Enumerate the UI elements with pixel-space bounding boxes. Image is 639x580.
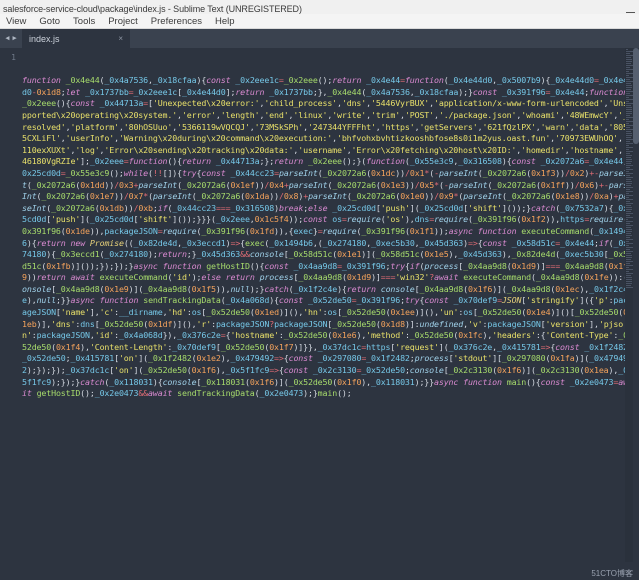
tab-index-js[interactable]: index.js ×: [22, 29, 130, 48]
tab-prev-arrow-icon[interactable]: ◀: [5, 35, 9, 42]
tab-next-arrow-icon[interactable]: ▶: [13, 35, 17, 42]
tab-scroll-controls: ◀ ▶: [0, 29, 22, 48]
menu-item-view[interactable]: View: [6, 16, 26, 27]
menu-item-project[interactable]: Project: [108, 16, 138, 27]
minimap[interactable]: [625, 48, 634, 562]
menu-item-goto[interactable]: Goto: [39, 16, 60, 27]
window-title: salesforce-service-cloud\package\index.j…: [3, 4, 302, 14]
editor-area[interactable]: 1 function _0x4e44(_0x4a7536,_0x18cfaa){…: [0, 48, 639, 562]
watermark: 51CTO博客: [591, 569, 633, 578]
minimize-button[interactable]: [626, 12, 635, 13]
menu-item-preferences[interactable]: Preferences: [151, 16, 202, 27]
tab-bar-filler: [130, 29, 639, 48]
scrollbar-thumb[interactable]: [633, 48, 639, 144]
line-number: 1: [11, 53, 16, 62]
vertical-scrollbar[interactable]: [633, 48, 639, 562]
line-number-gutter: 1: [0, 48, 20, 562]
code-content[interactable]: function _0x4e44(_0x4a7536,_0x18cfaa){co…: [20, 48, 639, 562]
code-line: function _0x4e44(_0x4a7536,_0x18cfaa){co…: [22, 75, 633, 399]
menu-item-help[interactable]: Help: [215, 16, 235, 27]
tab-label: index.js: [29, 33, 60, 44]
title-bar: salesforce-service-cloud\package\index.j…: [0, 0, 639, 14]
menu-item-tools[interactable]: Tools: [73, 16, 95, 27]
close-icon[interactable]: ×: [108, 34, 123, 43]
menu-bar: View Goto Tools Project Preferences Help: [0, 14, 639, 29]
window-controls: [626, 12, 635, 13]
tab-bar: ◀ ▶ index.js ×: [0, 29, 639, 48]
sublime-text-window: salesforce-service-cloud\package\index.j…: [0, 0, 639, 580]
status-bar: [0, 562, 639, 580]
